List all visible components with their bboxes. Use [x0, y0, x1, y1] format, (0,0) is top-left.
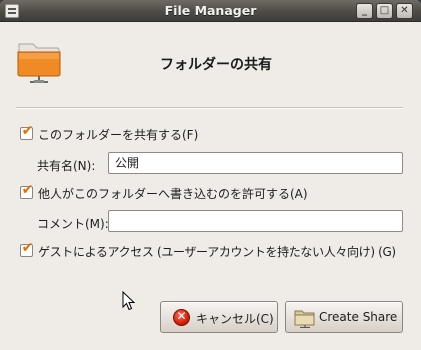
guest-access-checkbox-label: ゲストによるアクセス (ユーザーアカウントを持たない人々向け) (G) — [38, 245, 396, 259]
check-icon: ✔ — [21, 240, 34, 256]
close-button[interactable]: ✕ — [396, 3, 413, 19]
share-folder-checkbox-box[interactable]: ✔ — [20, 123, 33, 140]
allow-write-checkbox-label: 他人がこのフォルダーへ書き込むのを許可する(A) — [38, 187, 308, 201]
dialog-title: フォルダーの共有 — [160, 57, 272, 73]
cancel-icon: ✕ — [173, 309, 190, 326]
guest-access-checkbox[interactable]: ✔ ゲストによるアクセス (ユーザーアカウントを持たない人々向け) (G) — [20, 240, 405, 260]
close-icon: ✕ — [400, 5, 409, 16]
cancel-button[interactable]: ✕ キャンセル(C) — [160, 301, 278, 333]
minimize-icon: _ — [362, 5, 367, 16]
window-titlebar[interactable]: File Manager _ □ ✕ — [0, 0, 421, 22]
comment-input[interactable] — [108, 210, 403, 232]
minimize-button[interactable]: _ — [356, 3, 373, 19]
comment-label: コメント(M): — [37, 217, 109, 231]
share-folder-checkbox[interactable]: ✔ このフォルダーを共有する(F) — [20, 123, 240, 143]
share-icon — [294, 310, 315, 328]
cancel-button-label: キャンセル(C) — [196, 312, 274, 326]
check-icon: ✔ — [21, 123, 34, 139]
mouse-cursor-icon — [122, 291, 136, 311]
check-icon: ✔ — [21, 182, 34, 198]
share-name-label: 共有名(N): — [37, 159, 96, 173]
share-folder-checkbox-label: このフォルダーを共有する(F) — [38, 128, 199, 142]
guest-access-checkbox-box[interactable]: ✔ — [20, 240, 33, 257]
share-name-input[interactable]: 公開 — [108, 152, 403, 174]
maximize-button[interactable]: □ — [376, 3, 393, 19]
create-share-button-label: Create Share — [319, 310, 398, 324]
share-folder-dialog: File Manager _ □ ✕ フォルダーの共有 ✔ このフォルダーを共有… — [0, 0, 421, 350]
header-separator — [16, 107, 403, 109]
folder-share-icon — [17, 43, 61, 83]
allow-write-checkbox-box[interactable]: ✔ — [20, 182, 33, 199]
maximize-icon: □ — [379, 5, 390, 16]
allow-write-checkbox[interactable]: ✔ 他人がこのフォルダーへ書き込むのを許可する(A) — [20, 182, 320, 202]
create-share-button[interactable]: Create Share — [285, 301, 403, 333]
